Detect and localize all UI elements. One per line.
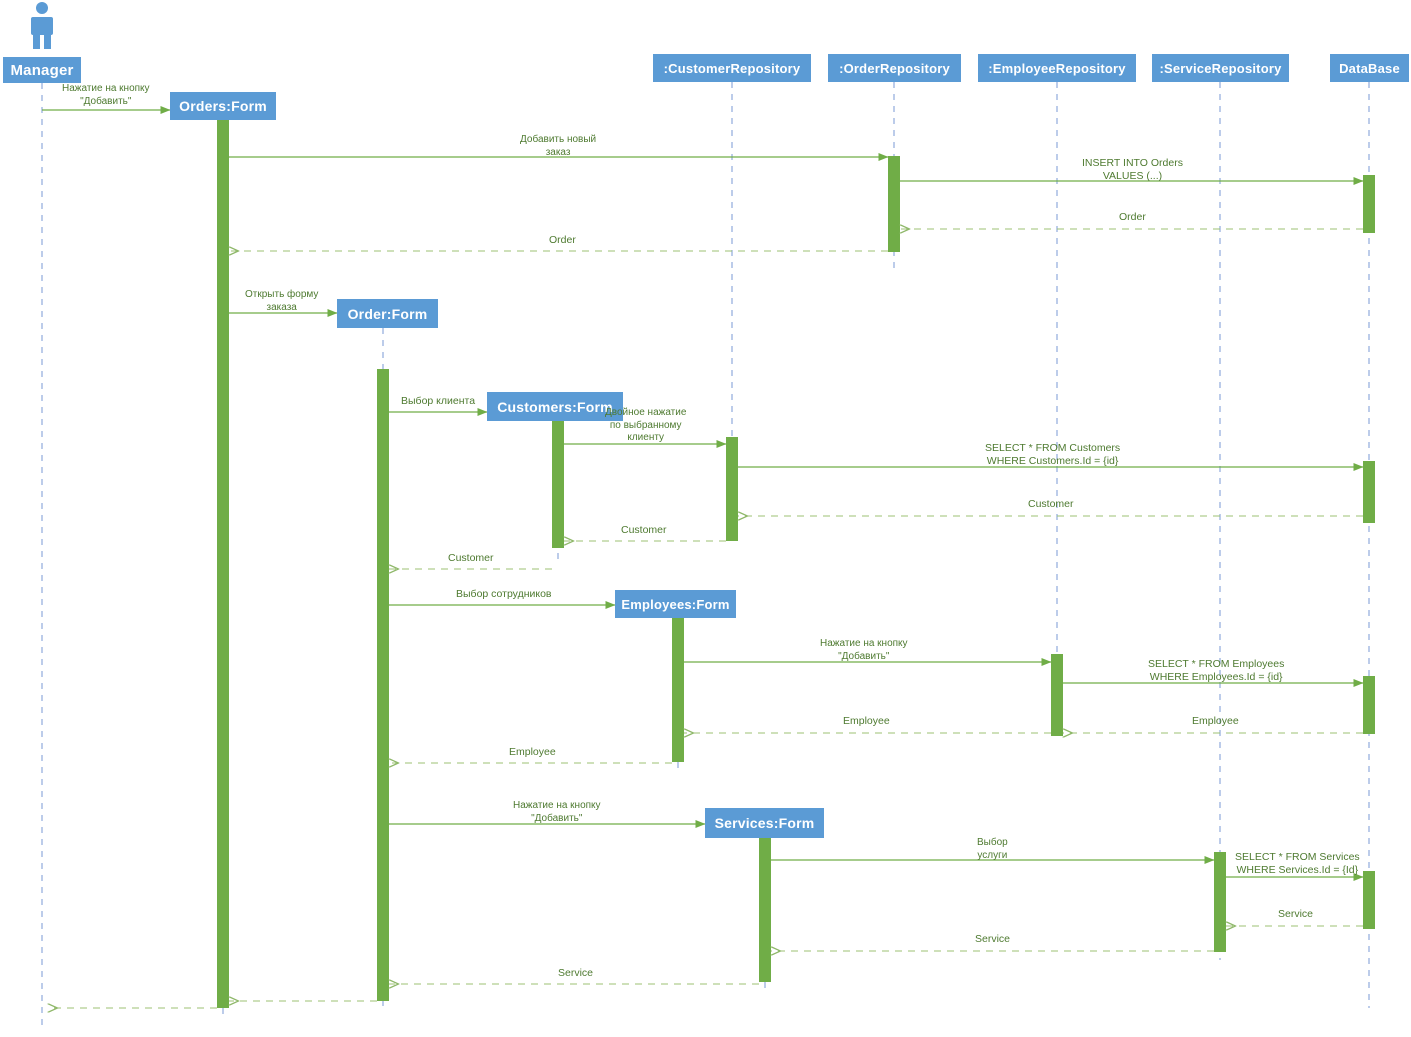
participant-order_form[interactable]: Order:Form (337, 299, 438, 328)
participant-customer_repository[interactable]: :CustomerRepository (653, 54, 811, 82)
participant-label: DataBase (1339, 60, 1400, 76)
participant-order_repository[interactable]: :OrderRepository (828, 54, 961, 82)
participant-database[interactable]: DataBase (1330, 54, 1409, 82)
activation-bar-services_form (759, 838, 771, 982)
activation-bar-employee_repository (1051, 654, 1063, 736)
participant-customers_form[interactable]: Customers:Form (487, 392, 623, 421)
participant-service_repository[interactable]: :ServiceRepository (1152, 54, 1289, 82)
participant-services_form[interactable]: Services:Form (705, 808, 824, 838)
activation-bar-orders_form (217, 120, 229, 1008)
participant-manager[interactable]: Manager (3, 57, 81, 83)
participant-label: Employees:Form (621, 596, 730, 612)
participant-label: Order:Form (347, 305, 428, 322)
participant-label: Services:Form (714, 815, 815, 831)
activation-bar-customer_repository (726, 437, 738, 541)
participant-orders_form[interactable]: Orders:Form (170, 92, 276, 120)
uml-sequence-diagram: Manager Orders:Form Order:Form Customers:Fo… (0, 0, 1411, 1037)
lifelines-group (41, 82, 1370, 1030)
participant-label: :OrderRepository (839, 60, 950, 76)
activation-bar-database (1363, 461, 1375, 523)
activation-bar-database (1363, 175, 1375, 233)
participant-label: Manager (10, 61, 74, 79)
participant-employee_repository[interactable]: :EmployeeRepository (978, 54, 1136, 82)
activation-bar-employees_form (672, 618, 684, 762)
activation-bar-service_repository (1214, 852, 1226, 952)
activation-bar-database (1363, 871, 1375, 929)
participant-label: :ServiceRepository (1159, 60, 1282, 76)
participant-label: Orders:Form (179, 98, 267, 114)
actor-person-icon (25, 2, 59, 50)
activation-bar-customers_form (552, 421, 564, 548)
activation-bar-order_repository (888, 156, 900, 252)
activation-bar-database (1363, 676, 1375, 734)
participant-employees_form[interactable]: Employees:Form (615, 590, 736, 618)
participant-label: :EmployeeRepository (988, 60, 1126, 76)
participant-label: Customers:Form (497, 398, 613, 415)
participant-label: :CustomerRepository (663, 60, 801, 76)
activation-bar-order_form (377, 369, 389, 1001)
message-arrows-group (42, 106, 1364, 1008)
diagram-canvas (41, 82, 1375, 1030)
activation-bars-group (217, 120, 1375, 1008)
